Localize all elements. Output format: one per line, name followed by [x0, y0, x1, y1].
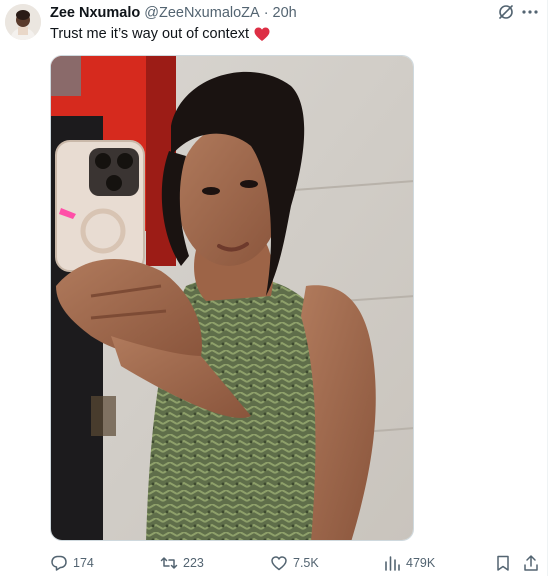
repost-count: 223: [183, 556, 204, 570]
grok-icon[interactable]: [496, 2, 516, 22]
view-count: 479K: [406, 556, 436, 570]
reply-button[interactable]: 174: [50, 552, 94, 574]
repost-button[interactable]: 223: [160, 552, 204, 574]
more-icon[interactable]: [520, 2, 540, 22]
photo-image: [51, 56, 413, 540]
user-handle[interactable]: @ZeeNxumaloZA: [144, 5, 259, 21]
timestamp[interactable]: 20h: [273, 5, 297, 21]
separator-dot: ·: [263, 5, 269, 21]
reply-count: 174: [73, 556, 94, 570]
avatar[interactable]: [5, 4, 41, 40]
tweet-text: Trust me it’s way out of context: [50, 24, 270, 44]
repost-icon: [160, 557, 178, 569]
red-heart-emoji-icon: [254, 27, 270, 42]
analytics-icon: [385, 556, 400, 571]
bookmark-icon: [497, 555, 509, 571]
views-button[interactable]: 479K: [383, 552, 435, 574]
reply-icon: [51, 555, 67, 571]
share-button[interactable]: [522, 552, 545, 574]
tweet-photo[interactable]: [50, 55, 414, 541]
like-button[interactable]: 7.5K: [270, 552, 319, 574]
bookmark-button[interactable]: [494, 552, 517, 574]
avatar-image: [5, 4, 41, 40]
share-icon: [524, 555, 538, 571]
tweet-actions: 174 223 7.5K 479K: [50, 552, 540, 574]
display-name[interactable]: Zee Nxumalo: [50, 5, 140, 21]
tweet-header: Zee Nxumalo @ZeeNxumaloZA · 20h: [50, 4, 297, 22]
heart-icon: [271, 556, 287, 571]
tweet-body: Trust me it’s way out of context: [50, 26, 250, 42]
tweet[interactable]: Zee Nxumalo @ZeeNxumaloZA · 20h Trust me…: [0, 0, 548, 576]
like-count: 7.5K: [293, 556, 319, 570]
